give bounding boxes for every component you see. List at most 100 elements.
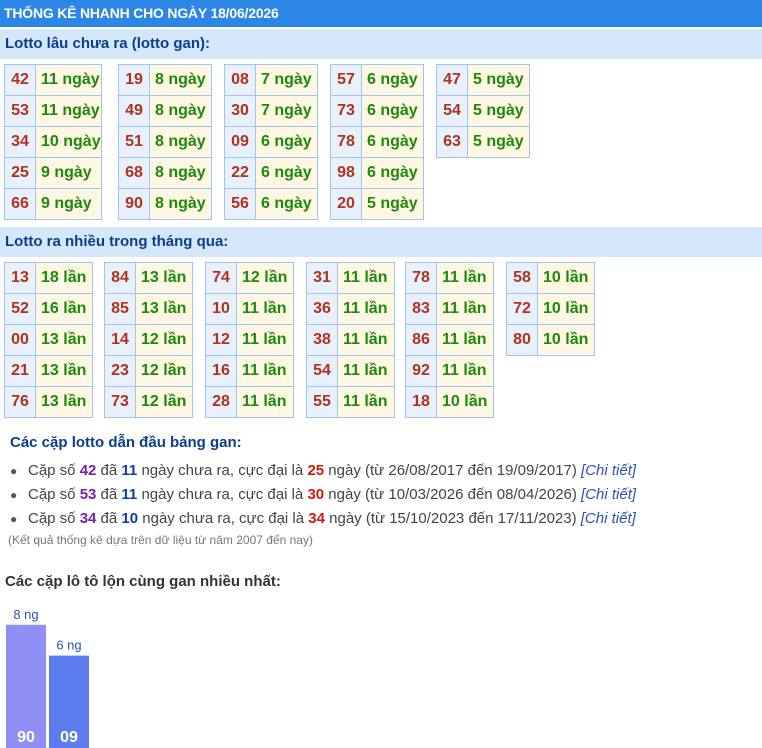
lotto-count: 18 lần: [35, 262, 93, 294]
table-row: 73 12 lần: [104, 386, 193, 418]
list-item: ● Cặp số 53 đã 11 ngày chưa ra, cực đại l…: [10, 483, 636, 507]
table-row: 54 11 lần: [306, 355, 395, 387]
lotto-number: 92: [405, 355, 437, 387]
lotto-count: 11 lần: [236, 293, 294, 325]
lotto-number: 55: [306, 386, 338, 418]
table-row: 73 6 ngày: [330, 95, 424, 127]
table-row: 80 10 lần: [506, 324, 595, 356]
lotto-number: 47: [436, 64, 468, 96]
lotto-count: 13 lần: [35, 324, 93, 356]
detail-link[interactable]: [Chi tiết]: [581, 462, 636, 479]
table-row: 42 11 ngày: [4, 64, 102, 96]
lotto-count: 5 ngày: [467, 126, 530, 158]
lotto-number: 78: [330, 126, 362, 158]
bar-category-label: 09: [60, 729, 78, 746]
table-row: 16 11 lần: [205, 355, 294, 387]
lotto-number: 20: [330, 188, 362, 220]
table-row: 76 13 lần: [4, 386, 93, 418]
table-row: 30 7 ngày: [224, 95, 318, 127]
table-row: 14 12 lần: [104, 324, 193, 356]
table-row: 51 8 ngày: [118, 126, 212, 158]
pair-days: 11: [121, 486, 138, 503]
lotto-number: 66: [4, 188, 36, 220]
lotto-count: 10 ngày: [35, 126, 102, 158]
bullet-icon: ●: [10, 488, 18, 502]
lotto-count: 11 lần: [337, 386, 395, 418]
lotto-number: 23: [104, 355, 136, 387]
lotto-count: 9 ngày: [35, 188, 102, 220]
table-row: 72 10 lần: [506, 293, 595, 325]
table-row: 12 11 lần: [205, 324, 294, 356]
table-row: 90 8 ngày: [118, 188, 212, 220]
freq-group: 31 11 lần 36 11 lần 38 11 lần 54 11 lần 55 11 lần: [306, 262, 395, 418]
freq-group: 58 10 lần 72 10 lần 80 10 lần: [506, 262, 595, 356]
lotto-number: 42: [4, 64, 36, 96]
lotto-count: 6 ngày: [361, 157, 424, 189]
lotto-count: 12 lần: [135, 386, 193, 418]
detail-link[interactable]: [Chi tiết]: [581, 486, 636, 503]
bar-data-label: 8 ng: [13, 607, 38, 622]
lotto-count: 9 ngày: [35, 157, 102, 189]
pair-bar-chart: 8 ng 90 6 ng 09: [6, 607, 89, 748]
lotto-count: 8 ngày: [149, 126, 212, 158]
lotto-count: 11 ngày: [35, 64, 102, 96]
gan-section-title: Lotto lâu chưa ra (lotto gan):: [0, 29, 762, 59]
lotto-number: 19: [118, 64, 150, 96]
lotto-number: 22: [224, 157, 256, 189]
lotto-number: 73: [330, 95, 362, 127]
table-row: 31 11 lần: [306, 262, 395, 294]
table-row: 52 16 lần: [4, 293, 93, 325]
freq-group: 84 13 lần 85 13 lần 14 12 lần 23 12 lần 73 12 lần: [104, 262, 193, 418]
gan-group: 42 11 ngày 53 11 ngày 34 10 ngày 25 9 ngày 66 9 n…: [4, 64, 102, 220]
lotto-count: 11 lần: [436, 355, 494, 387]
lotto-count: 6 ngày: [361, 95, 424, 127]
lotto-number: 16: [205, 355, 237, 387]
lotto-number: 36: [306, 293, 338, 325]
lotto-number: 63: [436, 126, 468, 158]
lotto-number: 12: [205, 324, 237, 356]
lotto-number: 73: [104, 386, 136, 418]
lotto-number: 30: [224, 95, 256, 127]
table-row: 34 10 ngày: [4, 126, 102, 158]
lotto-count: 11 lần: [436, 324, 494, 356]
pair-number: 42: [79, 462, 97, 479]
lotto-number: 31: [306, 262, 338, 294]
lotto-count: 11 lần: [337, 262, 395, 294]
lotto-number: 09: [224, 126, 256, 158]
lotto-count: 8 ngày: [149, 95, 212, 127]
lotto-number: 90: [118, 188, 150, 220]
data-source-note: (Kết quả thống kê dựa trên dữ liệu từ nă…: [8, 533, 313, 547]
table-row: 58 10 lần: [506, 262, 595, 294]
lotto-number: 18: [405, 386, 437, 418]
table-row: 98 6 ngày: [330, 157, 424, 189]
lotto-count: 6 ngày: [361, 64, 424, 96]
table-row: 63 5 ngày: [436, 126, 530, 158]
lotto-count: 10 lần: [537, 324, 595, 356]
lotto-number: 53: [4, 95, 36, 127]
pairs-heading: Các cặp lotto dẫn đầu bảng gan:: [10, 434, 242, 451]
lotto-number: 28: [205, 386, 237, 418]
lotto-count: 11 ngày: [35, 95, 102, 127]
lotto-number: 57: [330, 64, 362, 96]
table-row: 84 13 lần: [104, 262, 193, 294]
table-row: 20 5 ngày: [330, 188, 424, 220]
table-row: 85 13 lần: [104, 293, 193, 325]
pair-days: 11: [121, 462, 138, 479]
lotto-count: 11 lần: [236, 324, 294, 356]
lotto-count: 6 ngày: [255, 188, 318, 220]
lotto-count: 12 lần: [236, 262, 294, 294]
lotto-count: 5 ngày: [467, 64, 530, 96]
lotto-number: 98: [330, 157, 362, 189]
lotto-count: 7 ngày: [255, 95, 318, 127]
lotto-count: 10 lần: [537, 262, 595, 294]
lotto-count: 5 ngày: [361, 188, 424, 220]
list-item: ● Cặp số 42 đã 11 ngày chưa ra, cực đại l…: [10, 459, 636, 483]
pair-max: 30: [307, 486, 325, 503]
lotto-count: 6 ngày: [255, 126, 318, 158]
lotto-number: 84: [104, 262, 136, 294]
table-row: 25 9 ngày: [4, 157, 102, 189]
lotto-count: 8 ngày: [149, 64, 212, 96]
detail-link[interactable]: [Chi tiết]: [581, 510, 636, 527]
table-row: 38 11 lần: [306, 324, 395, 356]
lotto-number: 86: [405, 324, 437, 356]
